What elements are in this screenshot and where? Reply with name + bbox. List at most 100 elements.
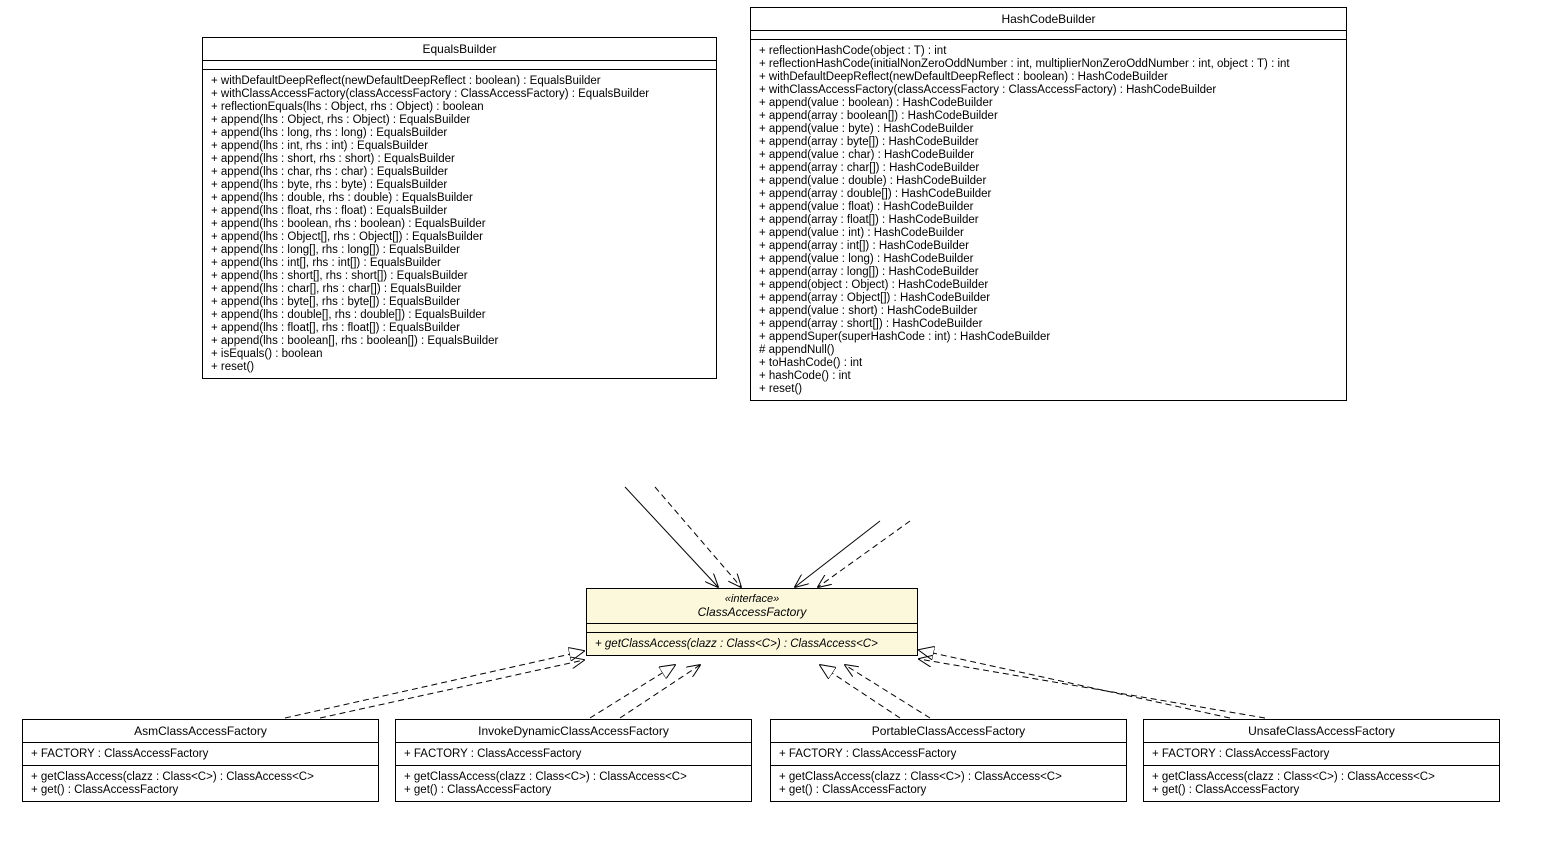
method: + append(lhs : int, rhs : int) : EqualsB…	[211, 140, 708, 152]
method: + append(lhs : Object[], rhs : Object[])…	[211, 231, 708, 243]
fields-compartment	[203, 61, 716, 70]
method: + append(array : long[]) : HashCodeBuild…	[759, 266, 1338, 278]
method: + append(lhs : char, rhs : char) : Equal…	[211, 166, 708, 178]
method: + get() : ClassAccessFactory	[1152, 784, 1491, 796]
class-unsafe-factory: UnsafeClassAccessFactory + FACTORY : Cla…	[1143, 719, 1500, 802]
method: + append(array : int[]) : HashCodeBuilde…	[759, 240, 1338, 252]
class-title: HashCodeBuilder	[751, 8, 1346, 31]
method: + getClassAccess(clazz : Class<C>) : Cla…	[31, 771, 370, 783]
method: + appendSuper(superHashCode : int) : Has…	[759, 331, 1338, 343]
dependency-invoke	[620, 665, 700, 718]
method: + append(lhs : long, rhs : long) : Equal…	[211, 127, 708, 139]
method: + append(lhs : float, rhs : float) : Equ…	[211, 205, 708, 217]
dependency-portable	[845, 665, 930, 718]
methods-compartment: + getClassAccess(clazz : Class<C>) : Cla…	[771, 766, 1126, 801]
methods-compartment: + getClassAccess(clazz : Class<C>) : Cla…	[396, 766, 751, 801]
method: + append(lhs : char[], rhs : char[]) : E…	[211, 283, 708, 295]
method: + append(value : byte) : HashCodeBuilder	[759, 123, 1338, 135]
class-title: AsmClassAccessFactory	[23, 720, 378, 743]
method: + getClassAccess(clazz : Class<C>) : Cla…	[595, 638, 909, 650]
method: + append(lhs : long[], rhs : long[]) : E…	[211, 244, 708, 256]
class-equals-builder: EqualsBuilder + withDefaultDeepReflect(n…	[202, 37, 717, 379]
method: + getClassAccess(clazz : Class<C>) : Cla…	[404, 771, 743, 783]
class-portable-factory: PortableClassAccessFactory + FACTORY : C…	[770, 719, 1127, 802]
method: + reset()	[759, 383, 1338, 395]
method: + append(lhs : float[], rhs : float[]) :…	[211, 322, 708, 334]
methods-compartment: + reflectionHashCode(object : T) : int+ …	[751, 40, 1346, 400]
association-hashcode-to-factory	[795, 521, 880, 587]
method: + get() : ClassAccessFactory	[779, 784, 1118, 796]
interface-name: ClassAccessFactory	[595, 605, 909, 619]
field: + FACTORY : ClassAccessFactory	[31, 748, 370, 760]
realization-unsafe	[919, 650, 1230, 718]
method: + append(lhs : byte[], rhs : byte[]) : E…	[211, 296, 708, 308]
field: + FACTORY : ClassAccessFactory	[404, 748, 743, 760]
method: + append(lhs : short, rhs : short) : Equ…	[211, 153, 708, 165]
interface-title: «interface» ClassAccessFactory	[587, 589, 917, 624]
field: + FACTORY : ClassAccessFactory	[1152, 748, 1491, 760]
class-hashcode-builder: HashCodeBuilder + reflectionHashCode(obj…	[750, 7, 1347, 401]
method: + append(array : char[]) : HashCodeBuild…	[759, 162, 1338, 174]
method: + append(value : char) : HashCodeBuilder	[759, 149, 1338, 161]
methods-compartment: + getClassAccess(clazz : Class<C>) : Cla…	[1144, 766, 1499, 801]
realization-asm	[285, 651, 584, 718]
method: + append(lhs : double[], rhs : double[])…	[211, 309, 708, 321]
method: + append(value : float) : HashCodeBuilde…	[759, 201, 1338, 213]
method: + get() : ClassAccessFactory	[31, 784, 370, 796]
dependency-unsafe	[919, 659, 1265, 718]
field: + FACTORY : ClassAccessFactory	[779, 748, 1118, 760]
method: + reflectionEquals(lhs : Object, rhs : O…	[211, 101, 708, 113]
class-title: InvokeDynamicClassAccessFactory	[396, 720, 751, 743]
fields-compartment: + FACTORY : ClassAccessFactory	[1144, 743, 1499, 766]
fields-compartment	[587, 624, 917, 633]
method: + append(lhs : byte, rhs : byte) : Equal…	[211, 179, 708, 191]
method: + getClassAccess(clazz : Class<C>) : Cla…	[1152, 771, 1491, 783]
method: + reset()	[211, 361, 708, 373]
method: + append(array : double[]) : HashCodeBui…	[759, 188, 1338, 200]
fields-compartment: + FACTORY : ClassAccessFactory	[23, 743, 378, 766]
fields-compartment: + FACTORY : ClassAccessFactory	[771, 743, 1126, 766]
method: + withClassAccessFactory(classAccessFact…	[211, 88, 708, 100]
class-title: EqualsBuilder	[203, 38, 716, 61]
method: + append(lhs : boolean[], rhs : boolean[…	[211, 335, 708, 347]
method: + append(value : long) : HashCodeBuilder	[759, 253, 1338, 265]
method: + withDefaultDeepReflect(newDefaultDeepR…	[211, 75, 708, 87]
method: + isEquals() : boolean	[211, 348, 708, 360]
association-equals-to-factory	[625, 487, 718, 587]
method: + append(lhs : int[], rhs : int[]) : Equ…	[211, 257, 708, 269]
realization-invoke	[590, 665, 675, 718]
method: + append(lhs : double, rhs : double) : E…	[211, 192, 708, 204]
dependency-hashcode-to-factory	[818, 521, 910, 587]
method: + hashCode() : int	[759, 370, 1338, 382]
method: + append(value : short) : HashCodeBuilde…	[759, 305, 1338, 317]
method: + append(array : short[]) : HashCodeBuil…	[759, 318, 1338, 330]
method: + append(array : Object[]) : HashCodeBui…	[759, 292, 1338, 304]
dependency-asm	[320, 660, 584, 718]
stereotype-label: «interface»	[595, 593, 909, 605]
class-asm-factory: AsmClassAccessFactory + FACTORY : ClassA…	[22, 719, 379, 802]
method: + append(lhs : Object, rhs : Object) : E…	[211, 114, 708, 126]
methods-compartment: + getClassAccess(clazz : Class<C>) : Cla…	[587, 633, 917, 655]
method: + append(value : int) : HashCodeBuilder	[759, 227, 1338, 239]
method: + get() : ClassAccessFactory	[404, 784, 743, 796]
method: + append(array : boolean[]) : HashCodeBu…	[759, 110, 1338, 122]
method: + getClassAccess(clazz : Class<C>) : Cla…	[779, 771, 1118, 783]
fields-compartment	[751, 31, 1346, 40]
method: + withDefaultDeepReflect(newDefaultDeepR…	[759, 71, 1338, 83]
method: + append(lhs : short[], rhs : short[]) :…	[211, 270, 708, 282]
method: + append(value : boolean) : HashCodeBuil…	[759, 97, 1338, 109]
fields-compartment: + FACTORY : ClassAccessFactory	[396, 743, 751, 766]
class-title: PortableClassAccessFactory	[771, 720, 1126, 743]
method: + reflectionHashCode(object : T) : int	[759, 45, 1338, 57]
dependency-equals-to-factory	[655, 487, 741, 587]
method: + append(array : float[]) : HashCodeBuil…	[759, 214, 1338, 226]
method: + reflectionHashCode(initialNonZeroOddNu…	[759, 58, 1338, 70]
method: + append(array : byte[]) : HashCodeBuild…	[759, 136, 1338, 148]
method: + append(value : double) : HashCodeBuild…	[759, 175, 1338, 187]
interface-class-access-factory: «interface» ClassAccessFactory + getClas…	[586, 588, 918, 656]
class-title: UnsafeClassAccessFactory	[1144, 720, 1499, 743]
method: + withClassAccessFactory(classAccessFact…	[759, 84, 1338, 96]
method: + append(lhs : boolean, rhs : boolean) :…	[211, 218, 708, 230]
methods-compartment: + getClassAccess(clazz : Class<C>) : Cla…	[23, 766, 378, 801]
class-invoke-factory: InvokeDynamicClassAccessFactory + FACTOR…	[395, 719, 752, 802]
